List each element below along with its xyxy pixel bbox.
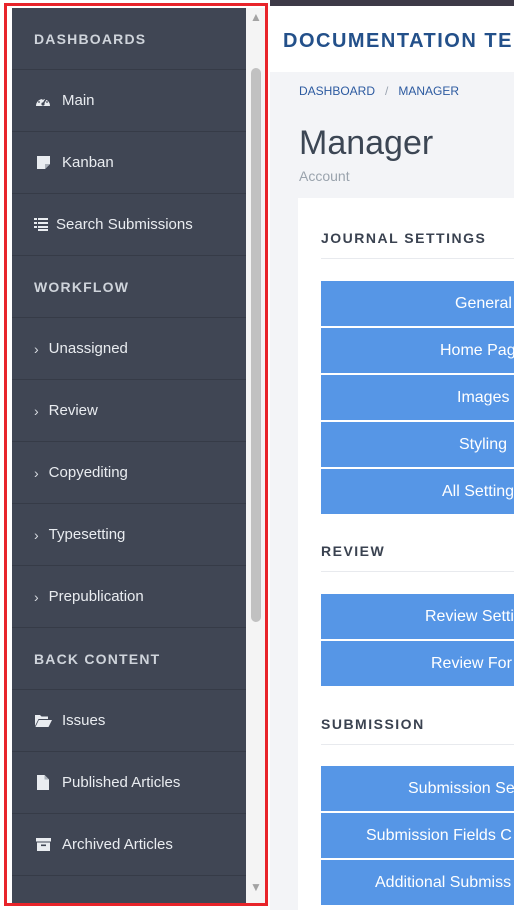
title-bar: DOCUMENTATION TE bbox=[270, 6, 514, 72]
sidebar-item-kanban[interactable]: Kanban bbox=[12, 132, 246, 194]
sidebar-item-copyediting[interactable]: › Copyediting bbox=[12, 442, 246, 504]
home-page-settings-button[interactable]: Home Pag bbox=[321, 328, 514, 374]
sidebar-item-main[interactable]: Main bbox=[12, 70, 246, 132]
sidebar-item-label: Typesetting bbox=[48, 526, 126, 543]
sidebar-header-workflow: WORKFLOW bbox=[12, 256, 246, 318]
review-settings-button[interactable]: Review Setti bbox=[321, 594, 514, 640]
section-heading-journal-settings: JOURNAL SETTINGS bbox=[321, 230, 487, 246]
submission-fields-button[interactable]: Submission Fields C bbox=[321, 813, 514, 859]
breadcrumb-manager-link[interactable]: MANAGER bbox=[398, 84, 459, 98]
scroll-up-arrow-icon[interactable]: ▲ bbox=[249, 10, 263, 24]
sidebar-header-label: WORKFLOW bbox=[34, 278, 130, 295]
sidebar-header-label: BACK CONTENT bbox=[34, 650, 161, 667]
additional-submission-button[interactable]: Additional Submiss bbox=[321, 860, 514, 906]
page-subtitle: Account bbox=[299, 168, 350, 184]
sidebar-item-typesetting[interactable]: › Typesetting bbox=[12, 504, 246, 566]
styling-settings-button[interactable]: Styling bbox=[321, 422, 514, 468]
settings-card: JOURNAL SETTINGS General Home Pag Images… bbox=[298, 198, 514, 910]
breadcrumb: DASHBOARD / MANAGER bbox=[299, 84, 459, 98]
breadcrumb-dashboard-link[interactable]: DASHBOARD bbox=[299, 84, 375, 98]
app-title: DOCUMENTATION TE bbox=[283, 30, 513, 52]
divider bbox=[321, 744, 514, 745]
submission-settings-button[interactable]: Submission Se bbox=[321, 766, 514, 812]
sidebar-item-label: Prepublication bbox=[48, 588, 144, 605]
sidebar-item-label: Review bbox=[48, 402, 98, 419]
section-heading-review: REVIEW bbox=[321, 543, 386, 559]
archive-icon bbox=[34, 838, 52, 851]
divider bbox=[321, 258, 514, 259]
scroll-down-arrow-icon[interactable]: ▼ bbox=[249, 880, 263, 894]
folder-open-icon bbox=[34, 714, 52, 727]
images-settings-button[interactable]: Images bbox=[321, 375, 514, 421]
sidebar-item-unassigned[interactable]: › Unassigned bbox=[12, 318, 246, 380]
sidebar-item-label: Search Submissions bbox=[56, 216, 193, 233]
review-forms-button[interactable]: Review For bbox=[321, 641, 514, 687]
chevron-right-icon: › bbox=[34, 526, 39, 543]
sidebar-item-label: Unassigned bbox=[48, 340, 128, 357]
file-icon bbox=[34, 775, 52, 790]
sidebar-item-issues[interactable]: Issues bbox=[12, 690, 246, 752]
scrollbar-thumb[interactable] bbox=[251, 68, 261, 622]
sidebar-item-published-articles[interactable]: Published Articles bbox=[12, 752, 246, 814]
chevron-right-icon: › bbox=[34, 588, 39, 605]
breadcrumb-separator: / bbox=[385, 84, 389, 98]
sidebar-item-label: Issues bbox=[62, 712, 106, 729]
general-settings-button[interactable]: General bbox=[321, 281, 514, 327]
main-content: DOCUMENTATION TE DASHBOARD / MANAGER Manag… bbox=[270, 6, 514, 910]
chevron-right-icon: › bbox=[34, 464, 39, 481]
sidebar-item-label: Main bbox=[62, 92, 95, 109]
sidebar-item-review[interactable]: › Review bbox=[12, 380, 246, 442]
sidebar-item-label: Kanban bbox=[62, 154, 114, 171]
chevron-right-icon: › bbox=[34, 340, 39, 357]
section-heading-submission: SUBMISSION bbox=[321, 716, 425, 732]
sidebar-item-label: Copyediting bbox=[48, 464, 128, 481]
sidebar-header-back-content: BACK CONTENT bbox=[12, 628, 246, 690]
sidebar-item-label: Archived Articles bbox=[62, 836, 173, 853]
list-icon bbox=[34, 218, 48, 231]
divider bbox=[321, 571, 514, 572]
sidebar-item-prepublication[interactable]: › Prepublication bbox=[12, 566, 246, 628]
sidebar: DASHBOARDS Main Kanban Search Submission… bbox=[12, 8, 246, 904]
note-icon bbox=[34, 156, 52, 169]
all-settings-button[interactable]: All Setting bbox=[321, 469, 514, 515]
sidebar-header-dashboards: DASHBOARDS bbox=[12, 8, 246, 70]
sidebar-item-search-submissions[interactable]: Search Submissions bbox=[12, 194, 246, 256]
sidebar-item-label: Published Articles bbox=[62, 774, 181, 791]
sidebar-item-archived-articles[interactable]: Archived Articles bbox=[12, 814, 246, 876]
page-title: Manager bbox=[299, 124, 434, 162]
sidebar-header-label: DASHBOARDS bbox=[34, 30, 147, 47]
chevron-right-icon: › bbox=[34, 402, 39, 419]
dashboard-icon bbox=[34, 94, 52, 108]
